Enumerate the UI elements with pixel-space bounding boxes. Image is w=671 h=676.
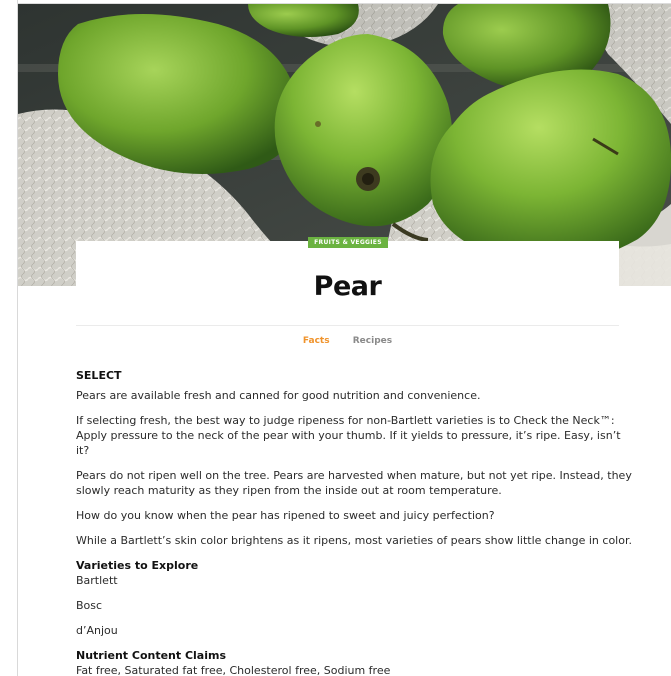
nutrient-claims: Fat free, Saturated fat free, Cholestero…: [76, 664, 391, 676]
variety-item: Bosc: [76, 599, 103, 612]
page: FRUITS & VEGGIES Pear Facts Recipes SELE…: [0, 0, 671, 676]
paragraph-check-the-neck: If selecting fresh, the best way to judg…: [76, 414, 621, 457]
select-heading: SELECT: [76, 369, 122, 382]
tab-bar: Facts Recipes: [76, 333, 619, 349]
category-badge[interactable]: FRUITS & VEGGIES: [308, 237, 388, 248]
card-divider: [76, 325, 619, 326]
article-content: SELECT Pears are available fresh and can…: [76, 368, 636, 676]
variety-item: Bartlett: [76, 574, 118, 587]
page-title: Pear: [313, 271, 382, 302]
paragraph-ripening: Pears do not ripen well on the tree. Pea…: [76, 469, 632, 497]
tab-recipes[interactable]: Recipes: [353, 333, 392, 349]
tab-facts[interactable]: Facts: [303, 333, 330, 349]
variety-item: d’Anjou: [76, 624, 118, 637]
title-card: FRUITS & VEGGIES Pear: [76, 237, 619, 325]
varieties-heading: Varieties to Explore: [76, 559, 199, 572]
paragraph-question: How do you know when the pear has ripene…: [76, 509, 495, 522]
nutrient-heading: Nutrient Content Claims: [76, 649, 227, 662]
paragraph-availability: Pears are available fresh and canned for…: [76, 389, 481, 402]
paragraph-skin-color: While a Bartlett’s skin color brightens …: [76, 534, 632, 547]
